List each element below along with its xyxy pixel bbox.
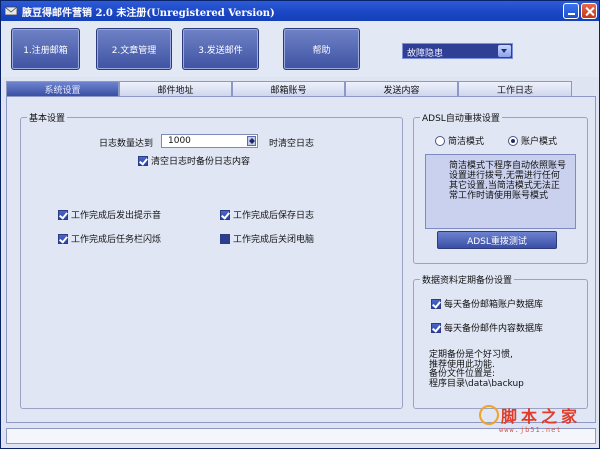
checkbox-checked-icon[interactable]: [58, 209, 68, 220]
adsl-test-button[interactable]: ADSL重拨测试: [437, 231, 557, 249]
tab-work-log[interactable]: 工作日志: [458, 81, 572, 96]
title-bar[interactable]: 腋豆得邮件营销 2.0 未注册(Unregistered Version): [1, 1, 599, 21]
tab-system-settings[interactable]: 系统设置: [6, 81, 119, 96]
shutdown-on-finish-label: 工作完成后关闭电脑: [233, 235, 315, 245]
sound-on-finish-label: 工作完成后发出提示音: [71, 211, 162, 221]
log-count-value: 1000: [168, 136, 191, 146]
sound-on-finish-checkbox[interactable]: 工作完成后发出提示音: [58, 208, 161, 221]
taskbar-flash-label: 工作完成后任务栏闪烁: [71, 235, 162, 245]
watermark-text: 脚本之家: [501, 407, 582, 426]
watermark-url: www.jb51.net: [499, 426, 562, 434]
checkbox-checked-icon[interactable]: [220, 209, 230, 220]
account-mode-radio[interactable]: 账户模式: [508, 134, 557, 147]
tab-strip: 系统设置 邮件地址 邮箱账号 发送内容 工作日志: [6, 81, 596, 96]
shutdown-on-finish-checkbox[interactable]: 工作完成后关闭电脑: [220, 232, 314, 245]
skin-select-value: 故障隐患: [407, 49, 444, 59]
toolbar: 1.注册邮箱 2.文章管理 3.发送邮件 帮助 故障隐患: [1, 21, 599, 77]
checkbox-checked-icon[interactable]: [431, 322, 441, 333]
app-icon: [5, 6, 17, 16]
backup-accounts-checkbox[interactable]: 每天备份邮箱账户数据库: [431, 297, 543, 310]
save-log-on-finish-checkbox[interactable]: 工作完成后保存日志: [220, 208, 314, 221]
simple-mode-label: 简洁模式: [448, 137, 485, 147]
app-window: 腋豆得邮件营销 2.0 未注册(Unregistered Version) 1.…: [0, 0, 600, 449]
help-button[interactable]: 帮助: [283, 28, 360, 70]
tab-mail-addresses[interactable]: 邮件地址: [119, 81, 232, 96]
minimize-button[interactable]: [563, 3, 579, 19]
adsl-info-text: 简洁模式下程序自动依照账号设置进行拨号,无需进行任何其它设置,当简洁模式无法正常…: [425, 154, 576, 229]
checkbox-checked-icon[interactable]: [58, 233, 68, 244]
checkbox-checked-icon[interactable]: [138, 155, 148, 166]
chevron-down-icon[interactable]: [498, 45, 511, 57]
taskbar-flash-checkbox[interactable]: 工作完成后任务栏闪烁: [58, 232, 161, 245]
backup-note: 定期备份是个好习惯, 推荐使用此功能. 备份文件位置是: 程序目录\data\b…: [429, 350, 524, 389]
checkbox-checked-icon[interactable]: [431, 298, 441, 309]
window-title: 腋豆得邮件营销 2.0 未注册(Unregistered Version): [22, 8, 275, 19]
send-mail-button[interactable]: 3.发送邮件: [182, 28, 259, 70]
backup-content-checkbox[interactable]: 每天备份邮件内容数据库: [431, 321, 543, 334]
radio-off-icon[interactable]: [435, 135, 445, 146]
tab-send-content[interactable]: 发送内容: [345, 81, 458, 96]
site-watermark: 脚本之家 www.jb51.net: [479, 403, 589, 440]
backup-title: 数据资料定期备份设置: [420, 273, 515, 286]
log-count-suffix: 时清空日志: [269, 139, 315, 149]
register-mailbox-button[interactable]: 1.注册邮箱: [11, 28, 80, 70]
backup-note-line: 程序目录\data\backup: [429, 378, 524, 389]
log-count-stepper[interactable]: 1000: [161, 134, 258, 148]
backup-log-checkbox[interactable]: 清空日志时备份日志内容: [138, 154, 250, 167]
radio-on-icon[interactable]: [508, 135, 518, 146]
simple-mode-radio[interactable]: 简洁模式: [435, 134, 484, 147]
tab-mail-accounts[interactable]: 邮箱账号: [232, 81, 345, 96]
adsl-redial-title: ADSL自动重拨设置: [420, 111, 502, 124]
watermark-logo-icon: [479, 405, 499, 425]
skin-select[interactable]: 故障隐患: [402, 43, 513, 59]
close-button[interactable]: [581, 3, 597, 19]
spin-arrows-icon[interactable]: [247, 136, 256, 146]
checkbox-unchecked-icon[interactable]: [220, 233, 230, 244]
basic-settings-title: 基本设置: [27, 111, 68, 124]
log-count-label: 日志数量达到: [99, 139, 154, 149]
backup-log-label: 清空日志时备份日志内容: [151, 157, 251, 167]
article-manage-button[interactable]: 2.文章管理: [96, 28, 172, 70]
backup-content-label: 每天备份邮件内容数据库: [444, 324, 544, 334]
account-mode-label: 账户模式: [521, 137, 558, 147]
backup-accounts-label: 每天备份邮箱账户数据库: [444, 300, 544, 310]
save-log-on-finish-label: 工作完成后保存日志: [233, 211, 315, 221]
